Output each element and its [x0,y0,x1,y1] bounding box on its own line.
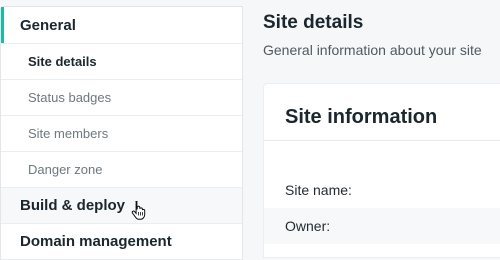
divider [264,140,500,141]
sidebar-item-label: General [20,16,76,34]
site-information-card: Site information Site name: Owner: [263,83,500,258]
sidebar-item-label: Site details [28,54,97,69]
page-subtitle: General information about your site [263,42,482,58]
owner-label: Owner: [285,218,331,234]
sidebar-item-status-badges[interactable]: Status badges [1,80,242,116]
site-name-label: Site name: [285,182,352,198]
sidebar-item-label: Site members [28,126,109,141]
site-name-row: Site name: [264,172,500,208]
active-indicator [1,7,4,43]
owner-row: Owner: [264,208,500,244]
sidebar-item-build-deploy[interactable]: Build & deploy [1,188,242,224]
settings-sidebar: General Site details Status badges Site … [0,6,243,260]
hand-cursor-icon [131,201,146,220]
sidebar-item-site-members[interactable]: Site members [1,116,242,152]
sidebar-item-danger-zone[interactable]: Danger zone [1,152,242,188]
sidebar-item-domain-management[interactable]: Domain management [1,224,242,260]
main-content: Site details General information about y… [242,0,500,258]
sidebar-item-label: Build & deploy [20,197,125,214]
sidebar-item-label: Domain management [20,233,172,250]
sidebar-item-general[interactable]: General [1,7,242,44]
card-title: Site information [285,106,438,128]
sidebar-item-label: Status badges [28,90,112,105]
sidebar-item-site-details[interactable]: Site details [1,44,242,80]
page-title: Site details [263,12,364,33]
sidebar-item-label: Danger zone [28,162,103,177]
